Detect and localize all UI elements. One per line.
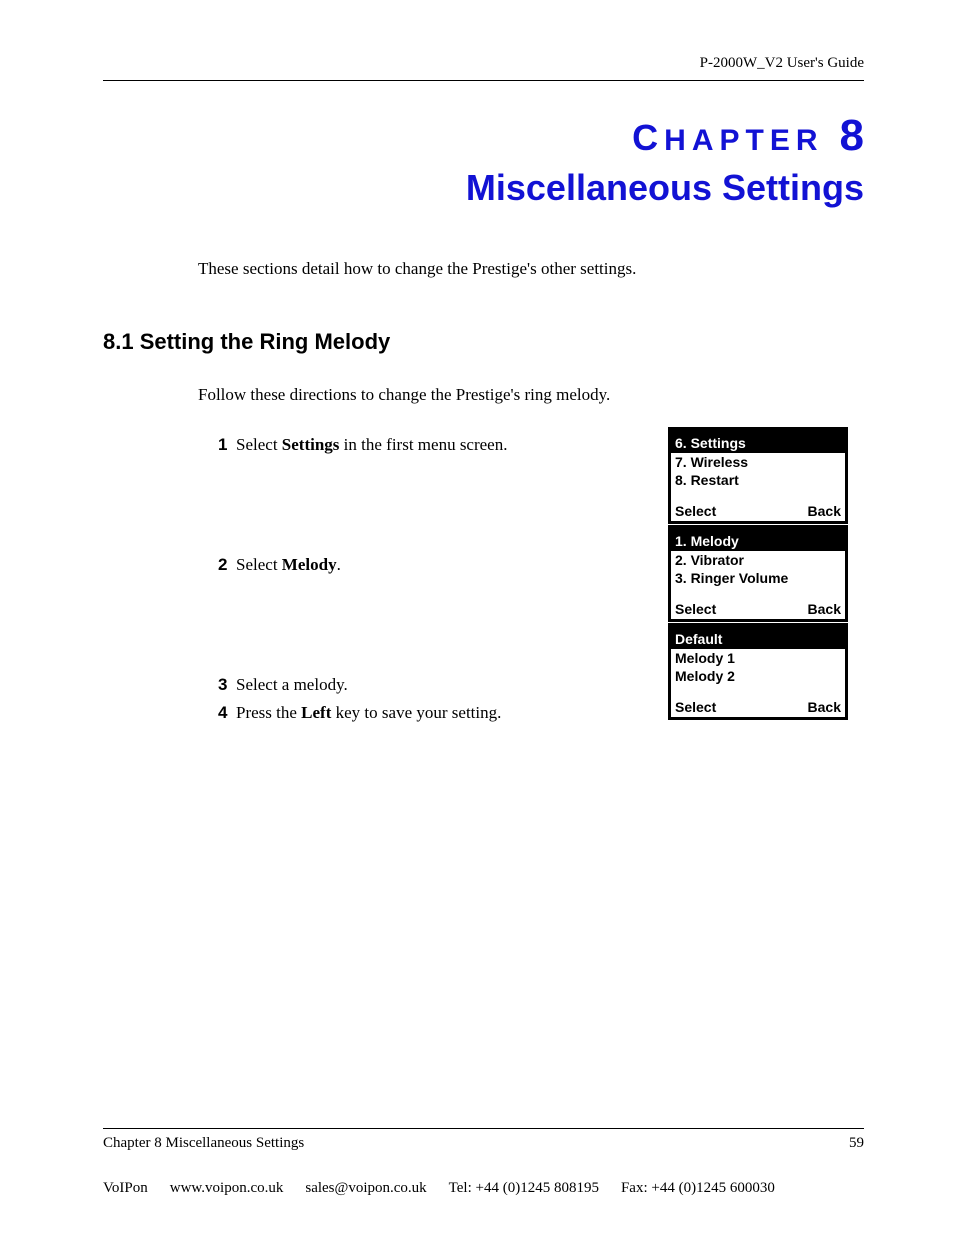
step-number: 2	[218, 555, 236, 575]
step-2: 2 Select Melody.	[218, 555, 341, 575]
menu-item-selected: 6. Settings	[671, 433, 845, 453]
menu-item-selected: Default	[671, 629, 845, 649]
step-4: 4 Press the Left key to save your settin…	[218, 703, 501, 723]
step-text: Select Settings in the first menu screen…	[236, 435, 507, 455]
chapter-label: CHAPTER 8	[103, 111, 864, 161]
step-number: 1	[218, 435, 236, 455]
vendor-fax: Fax: +44 (0)1245 600030	[621, 1180, 775, 1197]
vendor-name: VoIPon	[103, 1180, 148, 1197]
page-number: 59	[849, 1135, 864, 1152]
phone-screens: 6. Settings 7. Wireless 8. Restart Selec…	[668, 427, 848, 721]
step-text: Select a melody.	[236, 675, 348, 695]
page-header: P-2000W_V2 User's Guide	[103, 55, 864, 81]
chapter-number: 8	[840, 111, 864, 160]
section-heading: 8.1 Setting the Ring Melody	[103, 329, 864, 355]
step-number: 3	[218, 675, 236, 695]
chapter-label-prefix: C	[632, 117, 664, 158]
menu-item: 2. Vibrator	[671, 551, 845, 569]
section-intro: Follow these directions to change the Pr…	[198, 385, 864, 405]
step-text: Press the Left key to save your setting.	[236, 703, 501, 723]
phone-screen-melody-list: Default Melody 1 Melody 2 Select Back	[668, 623, 848, 720]
menu-item: 3. Ringer Volume	[671, 569, 845, 587]
footer-chapter-ref: Chapter 8 Miscellaneous Settings	[103, 1135, 304, 1152]
softkey-left: Select	[675, 503, 716, 519]
vendor-email: sales@voipon.co.uk	[305, 1180, 426, 1197]
menu-item: 7. Wireless	[671, 453, 845, 471]
chapter-intro: These sections detail how to change the …	[198, 259, 864, 279]
step-1: 1 Select Settings in the first menu scre…	[218, 435, 507, 455]
chapter-title: Miscellaneous Settings	[103, 167, 864, 209]
step-number: 4	[218, 703, 236, 723]
menu-item: 8. Restart	[671, 471, 845, 489]
menu-item-selected: 1. Melody	[671, 531, 845, 551]
phone-screen-settings: 6. Settings 7. Wireless 8. Restart Selec…	[668, 427, 848, 524]
menu-item: Melody 2	[671, 667, 845, 685]
softkey-right: Back	[808, 503, 841, 519]
page-footer: Chapter 8 Miscellaneous Settings 59	[103, 1128, 864, 1152]
step-3: 3 Select a melody.	[218, 675, 348, 695]
softkey-right: Back	[808, 699, 841, 715]
softkey-left: Select	[675, 601, 716, 617]
chapter-label-rest: HAPTER	[664, 124, 823, 157]
vendor-footer: VoIPon www.voipon.co.uk sales@voipon.co.…	[103, 1180, 864, 1197]
softkey-left: Select	[675, 699, 716, 715]
softkey-right: Back	[808, 601, 841, 617]
menu-item: Melody 1	[671, 649, 845, 667]
phone-screen-melody-menu: 1. Melody 2. Vibrator 3. Ringer Volume S…	[668, 525, 848, 622]
step-text: Select Melody.	[236, 555, 341, 575]
vendor-tel: Tel: +44 (0)1245 808195	[449, 1180, 599, 1197]
vendor-site: www.voipon.co.uk	[170, 1180, 284, 1197]
